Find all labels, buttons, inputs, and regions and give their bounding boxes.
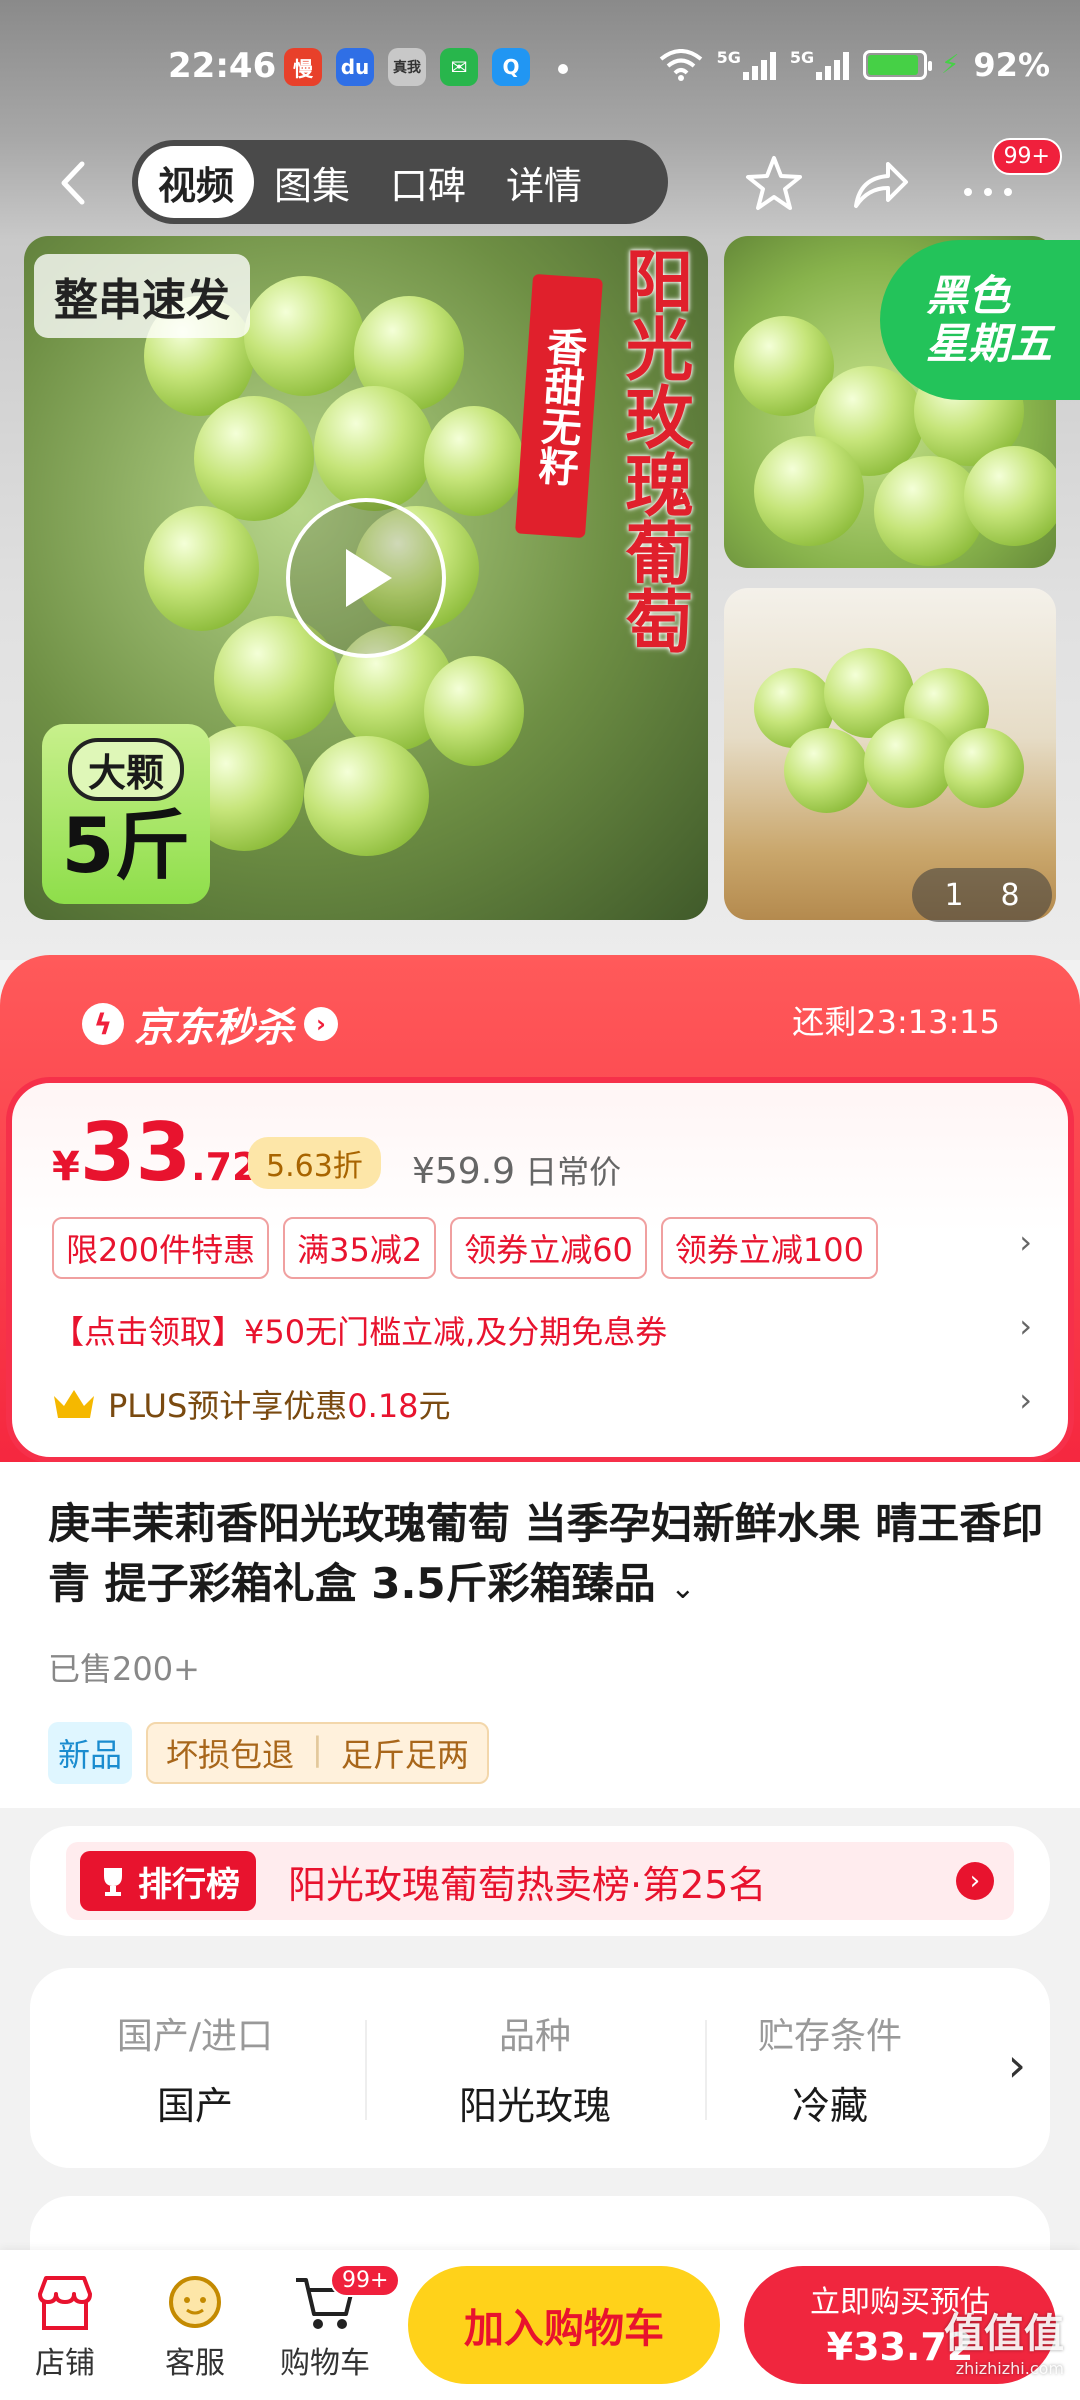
sale-price: ¥ 33 .72 [52, 1106, 259, 1199]
media-tabs: 视频 图集 口碑 详情 [132, 140, 668, 224]
chevron-right-icon[interactable]: › [956, 1862, 994, 1900]
add-to-cart-button[interactable]: 加入购物车 [408, 2266, 720, 2384]
app-icon-2: du [336, 48, 374, 86]
chevron-right-icon[interactable]: › [1019, 1381, 1032, 1419]
service-tags[interactable]: 坏损包退 | 足斤足两 [146, 1722, 489, 1784]
share-icon[interactable] [848, 152, 912, 216]
flash-icon: ϟ [82, 1003, 124, 1045]
discount-badge: 5.63折 [248, 1137, 381, 1189]
weight-badge: 大颗 5斤 [42, 724, 210, 904]
ranking-card[interactable]: 排行榜 阳光玫瑰葡萄热卖榜·第25名 › [30, 1826, 1050, 1936]
ranking-text: 阳光玫瑰葡萄热卖榜·第25名 [288, 1862, 767, 1907]
coupon-list[interactable]: 限200件特惠 满35减2 领券立减60 领券立减100 [52, 1217, 879, 1279]
cart-badge: 99+ [330, 2264, 401, 2297]
weight-text: 5斤 [61, 800, 191, 890]
charging-icon: ⚡ [941, 50, 960, 80]
coupon-tag[interactable]: 领券立减60 [450, 1217, 647, 1279]
image-title: 阳光玫瑰葡萄 [613, 246, 692, 654]
trophy-icon [104, 1868, 122, 1896]
sold-count: 已售200+ [48, 1650, 200, 1688]
play-icon [346, 549, 392, 607]
black-friday-badge[interactable]: 黑色 星期五 [880, 240, 1080, 400]
new-tag: 新品 [48, 1722, 133, 1784]
battery-icon [863, 50, 933, 80]
main-video-thumbnail[interactable]: 整串速发 香甜无籽 阳光玫瑰葡萄 大颗 5斤 [24, 236, 708, 920]
fast-ship-chip: 整串速发 [34, 254, 250, 338]
cart-button[interactable]: 购物车 99+ [270, 2264, 401, 2382]
chevron-right-icon: › [304, 1007, 338, 1041]
claim-coupon-link[interactable]: 【点击领取】¥50无门槛立减,及分期免息券 [52, 1307, 667, 1353]
attribute-variety: 品种 阳光玫瑰 [458, 2015, 611, 2128]
notification-dot [558, 64, 568, 74]
size-pill: 大颗 [67, 737, 184, 801]
coupon-tag[interactable]: 限200件特惠 [52, 1217, 270, 1279]
battery-percent: 92% [973, 46, 1050, 84]
signal-1-icon: 5G [717, 50, 776, 80]
bottom-action-bar: 店铺 客服 购物车 99+ 加入购物车 立即购买预估 ¥33.72 值值值 zhi… [0, 2250, 1080, 2400]
chevron-right-icon[interactable]: › [1019, 1307, 1032, 1345]
app-icon-5: Q [492, 48, 530, 86]
chevron-right-icon[interactable]: › [1008, 2038, 1026, 2092]
clock: 22:46 [168, 46, 277, 86]
watermark: 值值值 zhizhizhi.com [944, 2311, 1064, 2378]
tab-gallery[interactable]: 图集 [254, 146, 370, 218]
attribute-origin: 国产/进口 国产 [116, 2015, 274, 2128]
tab-video[interactable]: 视频 [138, 146, 255, 218]
signal-2-icon: 5G [790, 50, 850, 80]
wifi-icon [659, 49, 702, 81]
crown-icon [54, 1390, 94, 1418]
star-icon[interactable] [742, 152, 806, 216]
tab-details[interactable]: 详情 [486, 146, 602, 218]
coupon-tag[interactable]: 满35减2 [283, 1217, 437, 1279]
store-button[interactable]: 店铺 [10, 2268, 120, 2382]
attribute-storage: 贮存条件 冷藏 [757, 2015, 902, 2128]
back-icon[interactable] [50, 158, 100, 208]
flash-sale-title[interactable]: ϟ 京东秒杀 › [82, 995, 338, 1053]
customer-service-icon [169, 2276, 221, 2328]
app-icon-3: 真我 [388, 48, 426, 86]
plus-discount-row[interactable]: PLUS预计享优惠0.18元 [52, 1381, 451, 1427]
coupon-tag[interactable]: 领券立减100 [660, 1217, 879, 1279]
price-card: ¥ 33 .72 5.63折 ¥59.9 日常价 限200件特惠 满35减2 领券… [6, 1077, 1074, 1463]
chevron-right-icon[interactable]: › [1019, 1223, 1032, 1261]
flash-sale-panel: ϟ 京东秒杀 › 还剩23:13:15 ¥ 33 .72 5.63折 ¥59.9… [0, 955, 1080, 1465]
app-icon-1: 慢 [284, 48, 322, 86]
play-button[interactable] [286, 498, 446, 658]
gallery-pager: 1 8 [912, 868, 1052, 922]
nav-bar: 视频 图集 口碑 详情 99+ [0, 138, 1080, 230]
customer-service-button[interactable]: 客服 [140, 2268, 250, 2382]
product-title[interactable]: 庚丰茉莉香阳光玫瑰葡萄 当季孕妇新鲜水果 晴王香印青 提子彩箱礼盒 3.5斤彩箱… [48, 1494, 1048, 1619]
ranking-badge: 排行榜 [80, 1851, 256, 1911]
more-badge: 99+ [991, 138, 1062, 175]
store-icon [38, 2276, 92, 2330]
attribute-card[interactable]: 国产/进口 国产 品种 阳光玫瑰 贮存条件 冷藏 › [30, 1968, 1050, 2168]
countdown: 还剩23:13:15 [792, 1003, 1000, 1041]
seedless-label: 香甜无籽 [515, 273, 603, 539]
status-bar: 22:46 慢 du 真我 ✉ Q 5G 5G ⚡ 92% [0, 40, 1080, 100]
original-price: ¥59.9 日常价 [412, 1151, 622, 1192]
tab-reviews[interactable]: 口碑 [370, 146, 486, 218]
chevron-down-icon[interactable]: ⌄ [670, 1571, 695, 1606]
product-tags: 新品 坏损包退 | 足斤足两 [48, 1722, 489, 1784]
app-icon-4: ✉ [440, 48, 478, 86]
